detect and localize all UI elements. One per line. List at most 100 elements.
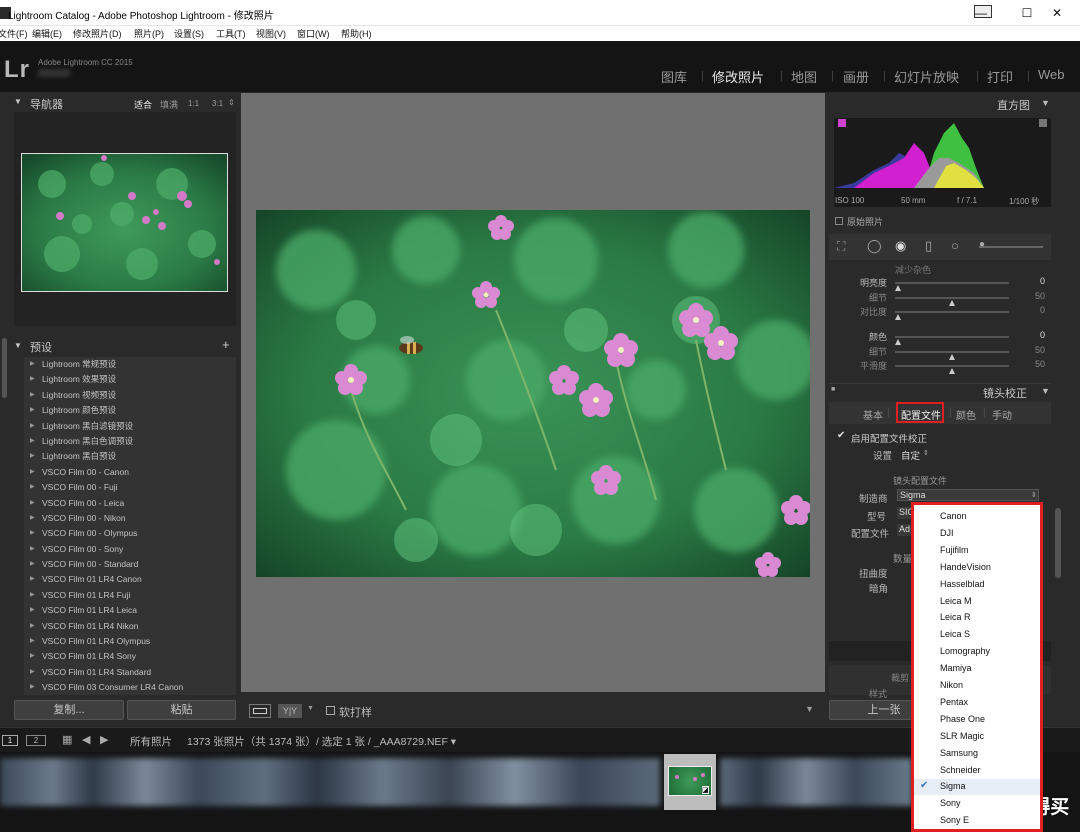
tab-color[interactable]: 颜色 [956, 407, 976, 422]
preset-folder[interactable]: VSCO Film 01 LR4 Nikon [24, 619, 236, 634]
tab-profile[interactable]: 配置文件 [901, 407, 941, 422]
module-print[interactable]: 打印 [987, 67, 1013, 86]
preset-folder[interactable]: VSCO Film 01 LR4 Standard [24, 665, 236, 680]
module-map[interactable]: 地图 [791, 67, 817, 86]
slider-track[interactable] [895, 282, 1009, 291]
slider-track[interactable] [895, 297, 1009, 306]
presets-header[interactable]: ▼ 预设 + [14, 337, 236, 356]
preset-folder[interactable]: Lightroom 黑白预设 [24, 449, 236, 464]
preset-folder[interactable]: VSCO Film 03 Consumer LR4 Canon [24, 680, 236, 695]
menu-develop[interactable]: 修改照片(D) [73, 27, 122, 40]
lens-correction-header[interactable]: ■ 镜头校正 ▼ [829, 383, 1051, 400]
preset-folder[interactable]: Lightroom 颜色预设 [24, 403, 236, 418]
preset-folder[interactable]: VSCO Film 00 - Canon [24, 465, 236, 480]
menu-settings[interactable]: 设置(S) [174, 27, 204, 40]
manufacturer-option[interactable]: Mamiya [940, 663, 972, 673]
preset-folder[interactable]: VSCO Film 00 - Nikon [24, 511, 236, 526]
zoom-3-1[interactable]: 3:1 [212, 99, 223, 108]
make-dropdown-icon[interactable]: ⇕ [1031, 491, 1037, 499]
preset-folder[interactable]: VSCO Film 01 LR4 Leica [24, 603, 236, 618]
paste-button[interactable]: 粘贴 [127, 700, 236, 720]
minimize-button[interactable]: — [958, 0, 1004, 26]
slider-value[interactable]: 50 [1025, 291, 1045, 301]
preset-folder[interactable]: VSCO Film 00 - Leica [24, 496, 236, 511]
manufacturer-option[interactable]: Nikon [940, 680, 963, 690]
filmstrip-source[interactable]: 所有照片 [130, 734, 172, 749]
menu-file[interactable]: 文件(F) [0, 27, 28, 40]
zoom-fill[interactable]: 填满 [160, 98, 178, 111]
loupe-view-icon[interactable] [249, 704, 271, 718]
manufacturer-option[interactable]: Sigma [940, 781, 966, 791]
before-after-dropdown-icon[interactable]: ▼ [307, 705, 314, 712]
zoom-fit[interactable]: 适合 [134, 98, 152, 111]
slider-value[interactable]: 0 [1025, 330, 1045, 340]
preset-folder[interactable]: VSCO Film 01 LR4 Olympus [24, 634, 236, 649]
back-arrow-icon[interactable]: ◀ [82, 733, 90, 746]
tab-basic[interactable]: 基本 [863, 407, 883, 422]
slider-value[interactable]: 50 [1025, 359, 1045, 369]
manufacturer-option[interactable]: Phase One [940, 714, 985, 724]
slider-knob[interactable] [895, 314, 901, 320]
toolbar-menu-icon[interactable]: ▼ [805, 704, 814, 714]
preset-folder[interactable]: Lightroom 黑白色调预设 [24, 434, 236, 449]
manufacturer-option[interactable]: Hasselblad [940, 579, 985, 589]
manufacturer-option[interactable]: Fujifilm [940, 545, 969, 555]
setup-dropdown-icon[interactable]: ⇕ [923, 449, 929, 457]
manufacturer-option[interactable]: Sony E [940, 815, 969, 825]
manufacturer-option[interactable]: SLR Magic [940, 731, 984, 741]
add-preset-button[interactable]: + [222, 337, 230, 352]
filmstrip-summary[interactable]: 1373 张照片（共 1374 张）/ 选定 1 张 / _AAA8729.NE… [187, 734, 456, 749]
zoom-1-1[interactable]: 1:1 [188, 99, 199, 108]
manufacturer-option[interactable]: Lomography [940, 646, 990, 656]
manufacturer-option[interactable]: Leica R [940, 612, 971, 622]
menu-help[interactable]: 帮助(H) [341, 27, 372, 40]
preset-folder[interactable]: VSCO Film 00 - Fuji [24, 480, 236, 495]
slider-track[interactable] [895, 365, 1009, 374]
module-slideshow[interactable]: 幻灯片放映 [894, 67, 959, 86]
main-photo[interactable] [256, 210, 810, 577]
right-panel-scrollbar[interactable] [1055, 508, 1061, 578]
forward-arrow-icon[interactable]: ▶ [100, 733, 108, 746]
collapse-triangle-icon[interactable]: ▼ [1041, 386, 1050, 396]
preset-folder[interactable]: Lightroom 效果预设 [24, 372, 236, 387]
manufacturer-option[interactable]: Schneider [940, 765, 981, 775]
module-develop[interactable]: 修改照片 [712, 67, 764, 86]
collapse-triangle-icon[interactable]: ▼ [14, 341, 22, 350]
manufacturer-option[interactable]: Canon [940, 511, 967, 521]
module-book[interactable]: 画册 [843, 67, 869, 86]
slider-track[interactable] [895, 311, 1009, 320]
module-library[interactable]: 图库 [661, 67, 687, 86]
left-panel-scrollbar[interactable] [2, 338, 7, 398]
copy-button[interactable]: 复制... [14, 700, 124, 720]
preset-folder[interactable]: VSCO Film 01 LR4 Sony [24, 649, 236, 664]
menu-tools[interactable]: 工具(T) [216, 27, 246, 40]
preset-folder[interactable]: Lightroom 视频预设 [24, 388, 236, 403]
navigator-header[interactable]: ▼ 导航器 适合 填满 1:1 3:1 ⇕ [14, 95, 236, 113]
preset-folder[interactable]: VSCO Film 01 LR4 Fuji [24, 588, 236, 603]
module-web[interactable]: Web [1038, 67, 1065, 82]
panel-switch-icon[interactable]: ■ [831, 386, 835, 393]
preset-folder[interactable]: VSCO Film 01 LR4 Canon [24, 572, 236, 587]
manufacturer-option[interactable]: Leica M [940, 596, 972, 606]
zoom-stepper-icon[interactable]: ⇕ [228, 98, 235, 107]
close-button[interactable]: ✕ [1034, 0, 1080, 26]
menu-photo[interactable]: 照片(P) [134, 27, 164, 40]
loupe-view[interactable] [241, 93, 825, 692]
filmstrip-thumbnails-blurred[interactable] [0, 758, 660, 806]
manufacturer-option[interactable]: Samsung [940, 748, 978, 758]
window-2-button[interactable]: 2 [26, 735, 46, 746]
tab-manual[interactable]: 手动 [992, 407, 1012, 422]
navigator-thumbnail[interactable] [21, 153, 228, 292]
grid-view-icon[interactable]: ▦ [62, 733, 72, 746]
preset-folder[interactable]: VSCO Film 00 - Olympus [24, 526, 236, 541]
filmstrip-thumbnails-blurred-right[interactable] [720, 758, 912, 806]
enable-profile-checkbox[interactable]: ✔ [837, 430, 845, 441]
before-after-icon[interactable]: Y|Y [278, 704, 302, 718]
filmstrip-selected-cell[interactable]: ◪ [664, 754, 716, 810]
slider-value[interactable]: 0 [1025, 276, 1045, 286]
slider-value[interactable]: 0 [1025, 305, 1045, 315]
soft-proof-checkbox[interactable] [326, 706, 335, 715]
preset-folder[interactable]: VSCO Film 00 - Sony [24, 542, 236, 557]
manufacturer-option[interactable]: HandeVision [940, 562, 991, 572]
manufacturer-option[interactable]: Pentax [940, 697, 968, 707]
